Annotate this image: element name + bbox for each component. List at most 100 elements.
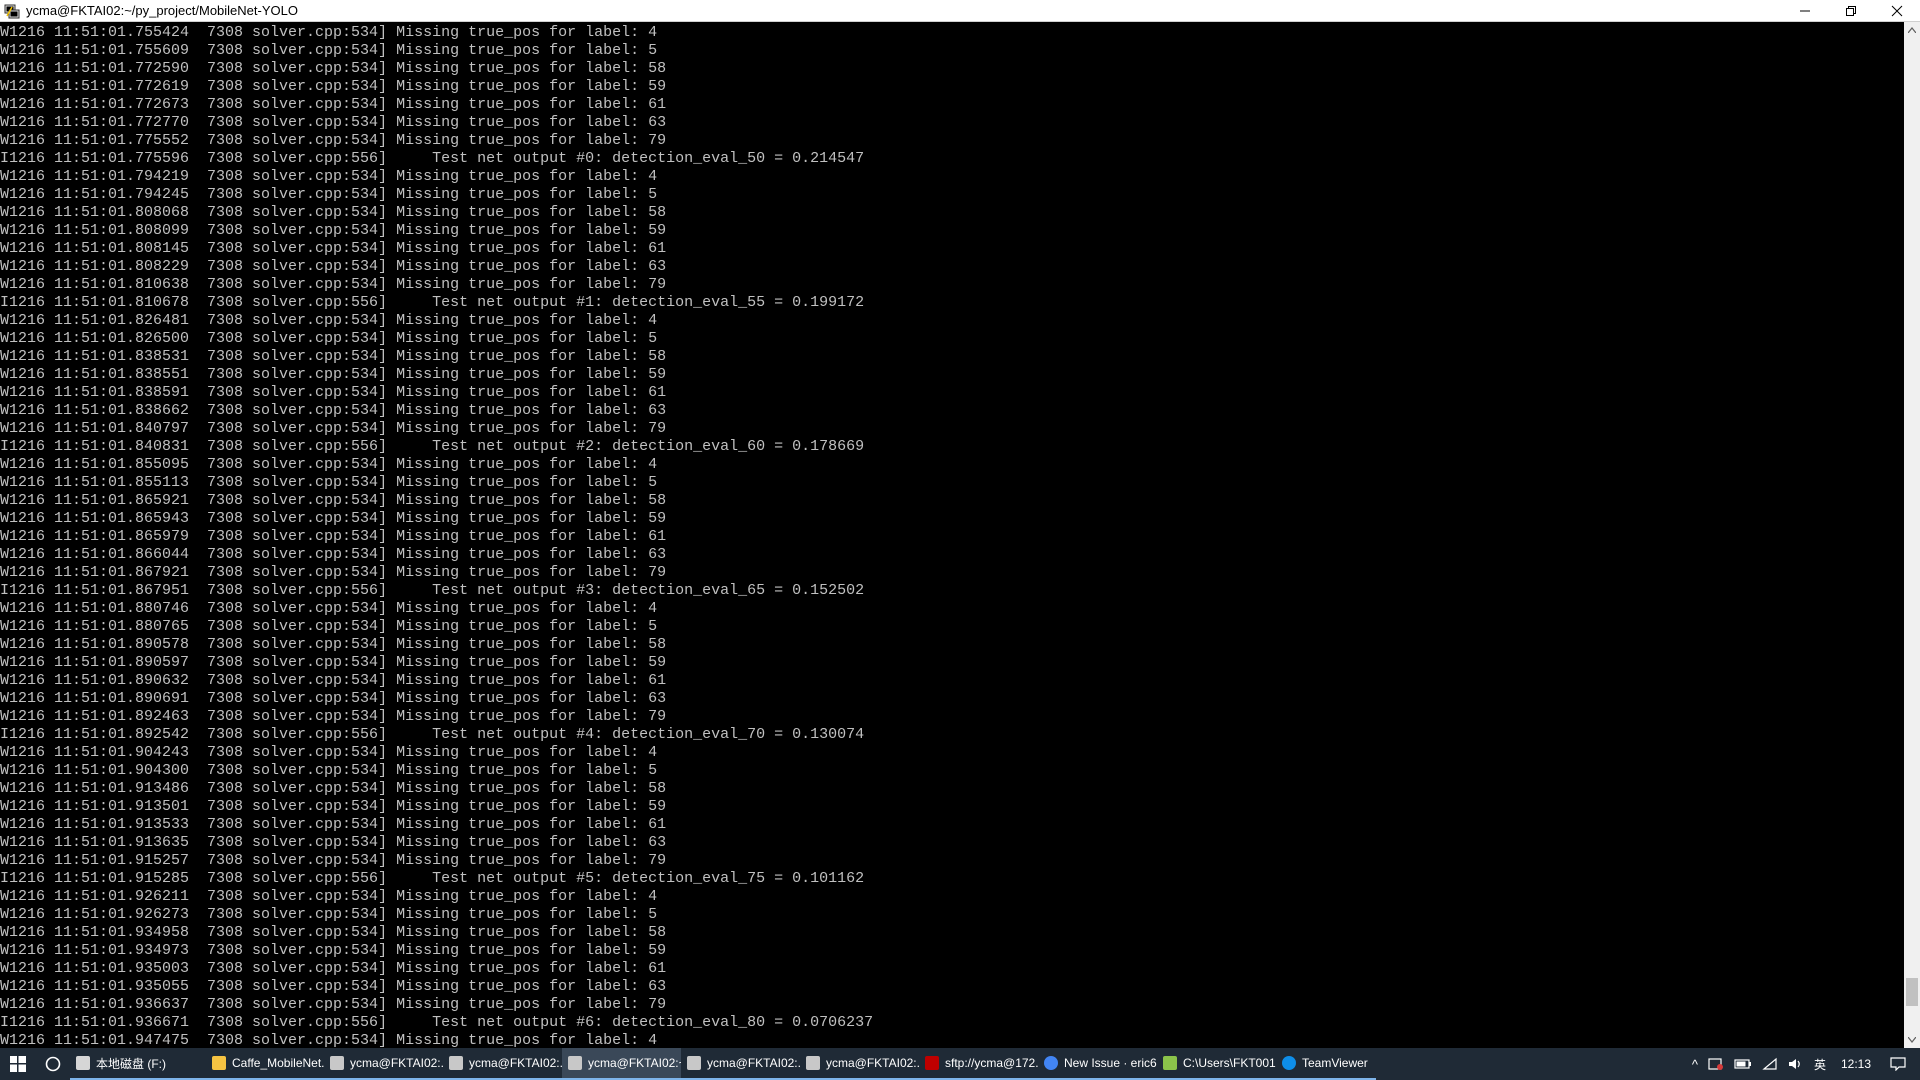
terminal-line: W1216 11:51:01.775552 7308 solver.cpp:53…: [0, 132, 667, 149]
taskbar: 本地磁盘 (F:) Caffe_MobileNet... ycma@FKTAI02:…: [0, 1048, 1920, 1080]
taskbar-item-label: 本地磁盘 (F:): [96, 1056, 166, 1071]
minimize-button[interactable]: [1782, 0, 1828, 22]
terminal-line: W1216 11:51:01.934958 7308 solver.cpp:53…: [0, 924, 667, 941]
terminal-line: W1216 11:51:01.880765 7308 solver.cpp:53…: [0, 618, 658, 635]
terminal-line: W1216 11:51:01.867921 7308 solver.cpp:53…: [0, 564, 667, 581]
terminal-line: W1216 11:51:01.855095 7308 solver.cpp:53…: [0, 456, 658, 473]
terminal-line: W1216 11:51:01.892463 7308 solver.cpp:53…: [0, 708, 667, 725]
terminal-line: I1216 11:51:01.775596 7308 solver.cpp:55…: [0, 150, 865, 167]
input-method-indicator[interactable]: 英: [1814, 1056, 1826, 1073]
scroll-down-button[interactable]: [1904, 1032, 1920, 1048]
terminal-line: W1216 11:51:01.926211 7308 solver.cpp:53…: [0, 888, 658, 905]
close-icon: [1891, 5, 1903, 17]
terminal-line: W1216 11:51:01.794245 7308 solver.cpp:53…: [0, 186, 658, 203]
volume-icon[interactable]: [1788, 1057, 1804, 1071]
taskbar-item-label: ycma@FKTAI02:~...: [588, 1056, 681, 1070]
taskbar-item[interactable]: C:\Users\FKT001...: [1157, 1048, 1276, 1080]
taskbar-item-label: New Issue · eric6...: [1064, 1056, 1157, 1070]
system-tray: ^ 英 12:13: [1687, 1048, 1920, 1080]
scroll-up-button[interactable]: [1904, 22, 1920, 38]
terminal-output[interactable]: W1216 11:51:01.755424 7308 solver.cpp:53…: [0, 22, 1904, 1048]
taskbar-app-list: 本地磁盘 (F:) Caffe_MobileNet... ycma@FKTAI02:…: [70, 1048, 1376, 1080]
notepad-icon: [1163, 1056, 1177, 1070]
terminal-line: W1216 11:51:01.838662 7308 solver.cpp:53…: [0, 402, 667, 419]
terminal-line: W1216 11:51:01.947475 7308 solver.cpp:53…: [0, 1032, 658, 1048]
taskbar-item[interactable]: ycma@FKTAI02:~...: [562, 1048, 681, 1080]
taskbar-item[interactable]: ycma@FKTAI02:...: [324, 1048, 443, 1080]
action-center-icon[interactable]: [1890, 1057, 1906, 1071]
security-shield-icon[interactable]: [1708, 1057, 1724, 1071]
clock[interactable]: 12:13: [1841, 1057, 1871, 1071]
terminal-line: W1216 11:51:01.772590 7308 solver.cpp:53…: [0, 60, 667, 77]
teamviewer-icon: [1282, 1056, 1296, 1070]
chrome-icon: [1044, 1056, 1058, 1070]
filezilla-icon: [925, 1056, 939, 1070]
terminal-line: W1216 11:51:01.935003 7308 solver.cpp:53…: [0, 960, 667, 977]
chevron-down-icon: [1908, 1037, 1916, 1043]
terminal-line: I1216 11:51:01.915285 7308 solver.cpp:55…: [0, 870, 865, 887]
terminal-line: W1216 11:51:01.808068 7308 solver.cpp:53…: [0, 204, 667, 221]
cortana-search-button[interactable]: [36, 1048, 70, 1080]
terminal-line: W1216 11:51:01.865979 7308 solver.cpp:53…: [0, 528, 667, 545]
terminal-line: W1216 11:51:01.926273 7308 solver.cpp:53…: [0, 906, 658, 923]
show-hidden-icons-button[interactable]: ^: [1692, 1057, 1698, 1072]
close-button[interactable]: [1874, 0, 1920, 22]
terminal-line: W1216 11:51:01.772770 7308 solver.cpp:53…: [0, 114, 667, 131]
putty-icon: [449, 1056, 463, 1070]
terminal-line: W1216 11:51:01.935055 7308 solver.cpp:53…: [0, 978, 667, 995]
terminal-line: W1216 11:51:01.794219 7308 solver.cpp:53…: [0, 168, 658, 185]
terminal-line: W1216 11:51:01.772673 7308 solver.cpp:53…: [0, 96, 667, 113]
taskbar-item-label: ycma@FKTAI02:...: [469, 1056, 562, 1070]
window-title: ycma@FKTAI02:~/py_project/MobileNet-YOLO: [26, 3, 298, 18]
terminal-line: W1216 11:51:01.934973 7308 solver.cpp:53…: [0, 942, 667, 959]
terminal-line: W1216 11:51:01.880746 7308 solver.cpp:53…: [0, 600, 658, 617]
taskbar-item-label: ycma@FKTAI02:...: [826, 1056, 919, 1070]
terminal-scrollbar[interactable]: [1904, 22, 1920, 1048]
terminal-line: W1216 11:51:01.755424 7308 solver.cpp:53…: [0, 24, 658, 41]
taskbar-item[interactable]: ycma@FKTAI02:...: [800, 1048, 919, 1080]
terminal-line: W1216 11:51:01.913486 7308 solver.cpp:53…: [0, 780, 667, 797]
terminal-line: W1216 11:51:01.913635 7308 solver.cpp:53…: [0, 834, 667, 851]
taskbar-item[interactable]: TeamViewer: [1276, 1048, 1376, 1080]
cortana-circle-icon: [45, 1056, 61, 1072]
putty-icon: [806, 1056, 820, 1070]
battery-icon[interactable]: [1734, 1058, 1752, 1070]
taskbar-item-label: C:\Users\FKT001...: [1183, 1056, 1276, 1070]
terminal-line: W1216 11:51:01.913501 7308 solver.cpp:53…: [0, 798, 667, 815]
taskbar-item[interactable]: Caffe_MobileNet...: [206, 1048, 324, 1080]
terminal-line: W1216 11:51:01.826481 7308 solver.cpp:53…: [0, 312, 658, 329]
restore-button[interactable]: [1828, 0, 1874, 22]
terminal-line: W1216 11:51:01.772619 7308 solver.cpp:53…: [0, 78, 667, 95]
terminal-line: W1216 11:51:01.826500 7308 solver.cpp:53…: [0, 330, 658, 347]
taskbar-item-label: Caffe_MobileNet...: [232, 1056, 324, 1070]
terminal-line: W1216 11:51:01.808229 7308 solver.cpp:53…: [0, 258, 667, 275]
taskbar-item[interactable]: sftp://ycma@172...: [919, 1048, 1038, 1080]
chevron-up-icon: [1908, 27, 1916, 33]
wifi-icon[interactable]: [1762, 1057, 1778, 1071]
terminal-line: W1216 11:51:01.838591 7308 solver.cpp:53…: [0, 384, 667, 401]
terminal-line: W1216 11:51:01.913533 7308 solver.cpp:53…: [0, 816, 667, 833]
window-titlebar[interactable]: ycma@FKTAI02:~/py_project/MobileNet-YOLO: [0, 0, 1920, 22]
start-button[interactable]: [0, 1048, 36, 1080]
restore-icon: [1846, 6, 1856, 16]
putty-icon: [568, 1056, 582, 1070]
taskbar-item[interactable]: ycma@FKTAI02:...: [443, 1048, 562, 1080]
terminal-line: W1216 11:51:01.915257 7308 solver.cpp:53…: [0, 852, 667, 869]
terminal-line: W1216 11:51:01.936637 7308 solver.cpp:53…: [0, 996, 667, 1013]
terminal-line: W1216 11:51:01.890632 7308 solver.cpp:53…: [0, 672, 667, 689]
terminal-line: W1216 11:51:01.838551 7308 solver.cpp:53…: [0, 366, 667, 383]
taskbar-item[interactable]: 本地磁盘 (F:): [70, 1048, 206, 1080]
scrollbar-thumb[interactable]: [1906, 978, 1918, 1006]
drive-icon: [76, 1056, 90, 1070]
terminal-line: W1216 11:51:01.866044 7308 solver.cpp:53…: [0, 546, 667, 563]
terminal-line: W1216 11:51:01.855113 7308 solver.cpp:53…: [0, 474, 658, 491]
taskbar-item[interactable]: ycma@FKTAI02:...: [681, 1048, 800, 1080]
terminal-line: I1216 11:51:01.936671 7308 solver.cpp:55…: [0, 1014, 874, 1031]
taskbar-item[interactable]: New Issue · eric6...: [1038, 1048, 1157, 1080]
terminal-line: I1216 11:51:01.892542 7308 solver.cpp:55…: [0, 726, 865, 743]
taskbar-item-label: ycma@FKTAI02:...: [350, 1056, 443, 1070]
terminal-line: W1216 11:51:01.808099 7308 solver.cpp:53…: [0, 222, 667, 239]
terminal-line: W1216 11:51:01.840797 7308 solver.cpp:53…: [0, 420, 667, 437]
putty-app-icon[interactable]: [4, 3, 20, 19]
terminal-line: W1216 11:51:01.865921 7308 solver.cpp:53…: [0, 492, 667, 509]
